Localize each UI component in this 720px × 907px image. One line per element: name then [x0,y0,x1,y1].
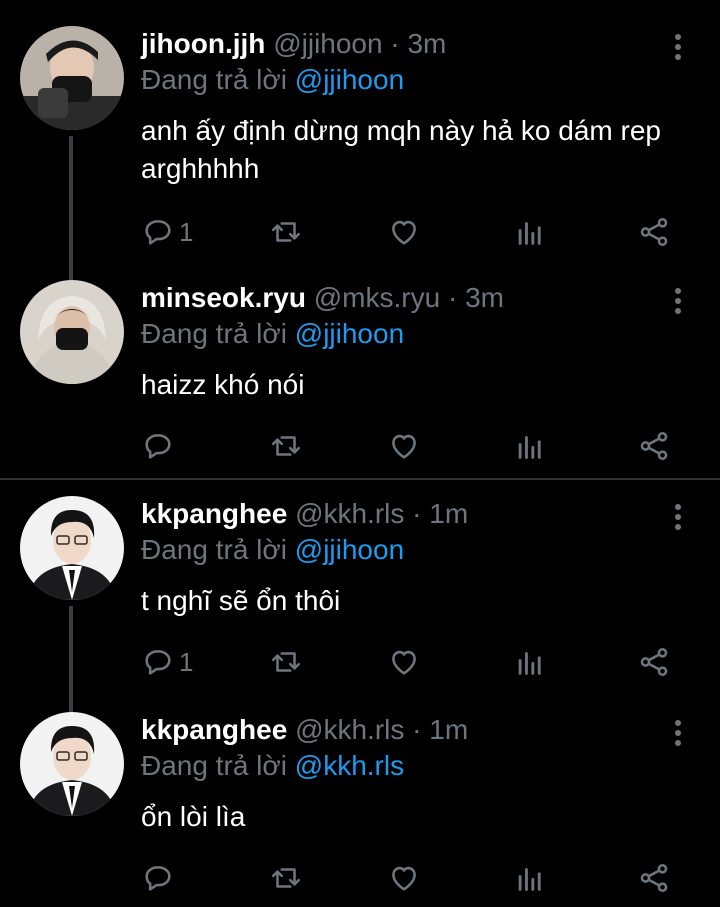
avatar[interactable] [20,26,124,130]
action-bar: 1 [141,642,701,682]
analytics-icon [518,436,541,459]
analytics-icon [518,652,541,675]
display-name[interactable]: kkpanghee [141,714,287,745]
separator-dot: · [447,282,458,313]
reply-prefix: Đang trả lời [141,750,287,781]
replying-to: Đang trả lời @kkh.rls [141,750,404,782]
reply-prefix: Đang trả lời [141,534,287,565]
replying-to: Đang trả lời @jjihoon [141,64,404,96]
like-button[interactable] [387,858,421,898]
retweet-icon [271,436,301,456]
reply-prefix: Đang trả lời [141,318,287,349]
more-vertical-icon[interactable] [666,288,690,324]
views-button[interactable] [513,858,547,898]
tweet-text: ổn lòi lìa [141,801,246,832]
separator-dot: · [412,714,422,745]
analytics-icon [518,222,541,245]
reply-icon [145,220,171,245]
replying-to: Đang trả lời @jjihoon [141,318,404,350]
action-bar: 1 [141,212,701,252]
retweet-icon [271,868,301,888]
retweet-icon [271,222,301,242]
reply-count: 1 [179,646,194,677]
thread-line [69,606,73,716]
tweet-header: jihoon.jjh @jjihoon · 3m [141,28,660,60]
reply-icon [145,650,171,675]
action-bar [141,426,701,466]
tweet-text: anh ấy định dừng mqh này hả ko dám rep a… [141,115,661,184]
share-icon [640,431,668,461]
views-button[interactable] [513,642,547,682]
separator-dot: · [390,28,400,59]
more-vertical-icon[interactable] [666,34,690,70]
reply-prefix: Đang trả lời [141,64,287,95]
heart-icon [392,650,416,675]
heart-icon [392,434,416,459]
like-button[interactable] [387,212,421,252]
user-handle[interactable]: @mks.ryu [314,282,440,313]
retweet-button[interactable] [269,642,303,682]
tweet-text: t nghĩ sẽ ổn thôi [141,585,341,616]
heart-icon [392,866,416,891]
thread-divider [0,478,720,480]
share-icon [640,647,668,677]
views-button[interactable] [513,426,547,466]
avatar[interactable] [20,280,124,384]
action-bar [141,858,701,898]
share-button[interactable] [637,212,671,252]
like-button[interactable] [387,642,421,682]
mention-link[interactable]: @kkh.rls [295,750,404,781]
timestamp[interactable]: 1m [429,714,468,745]
mention-link[interactable]: @jjihoon [295,64,404,95]
reply-icon [145,866,171,891]
retweet-button[interactable] [269,212,303,252]
display-name[interactable]: kkpanghee [141,498,287,529]
reply-count: 1 [179,216,194,247]
timestamp[interactable]: 3m [465,282,504,313]
heart-icon [392,220,416,245]
reply-button[interactable]: 1 [141,642,193,682]
mention-link[interactable]: @jjihoon [295,318,404,349]
more-vertical-icon[interactable] [666,504,690,540]
retweet-button[interactable] [269,426,303,466]
more-vertical-icon[interactable] [666,720,690,756]
replying-to: Đang trả lời @jjihoon [141,534,404,566]
tweet-header: minseok.ryu @mks.ryu · 3m [141,282,660,314]
reply-icon [145,434,171,459]
share-icon [640,863,668,893]
avatar[interactable] [20,496,124,600]
views-button[interactable] [513,212,547,252]
reply-button[interactable] [141,858,179,898]
display-name[interactable]: jihoon.jjh [141,28,265,59]
share-icon [640,217,668,247]
share-button[interactable] [637,426,671,466]
user-handle[interactable]: @kkh.rls [295,714,404,745]
user-handle[interactable]: @kkh.rls [295,498,404,529]
reply-button[interactable] [141,426,179,466]
share-button[interactable] [637,642,671,682]
tweet-header: kkpanghee @kkh.rls · 1m [141,498,660,530]
timestamp[interactable]: 3m [407,28,446,59]
analytics-icon [518,868,541,891]
avatar[interactable] [20,712,124,816]
retweet-icon [271,652,301,672]
timestamp[interactable]: 1m [429,498,468,529]
display-name[interactable]: minseok.ryu [141,282,306,313]
share-button[interactable] [637,858,671,898]
tweet-text: haizz khó nói [141,369,305,400]
mention-link[interactable]: @jjihoon [295,534,404,565]
tweet-header: kkpanghee @kkh.rls · 1m [141,714,660,746]
separator-dot: · [412,498,422,529]
like-button[interactable] [387,426,421,466]
retweet-button[interactable] [269,858,303,898]
user-handle[interactable]: @jjihoon [273,28,382,59]
reply-button[interactable]: 1 [141,212,193,252]
